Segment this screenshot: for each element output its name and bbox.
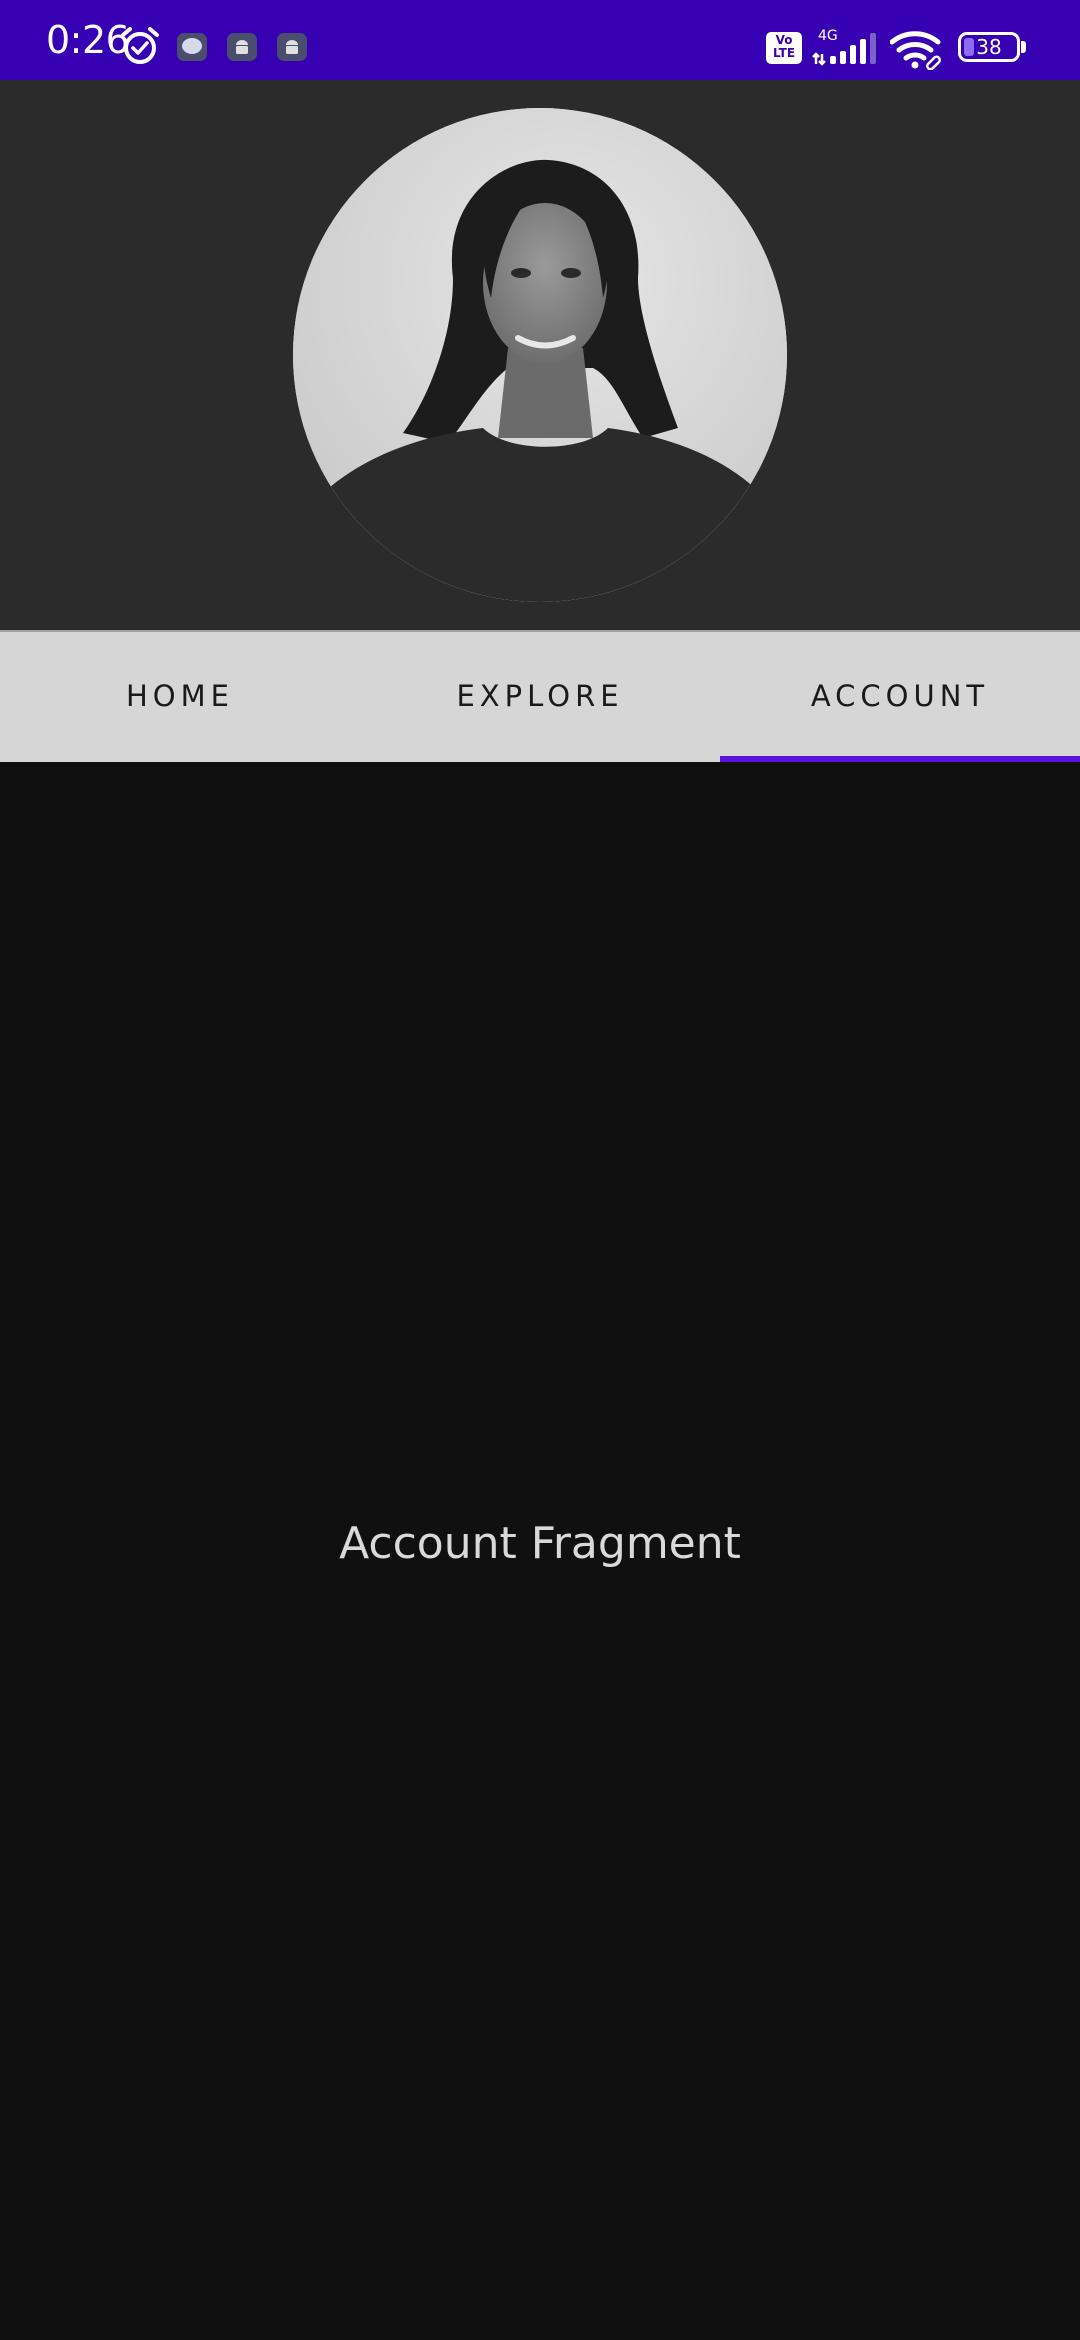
profile-photo-image (293, 108, 787, 602)
tab-home[interactable]: HOME (0, 630, 360, 762)
volte-icon: Vo LTE (766, 32, 802, 64)
android-icon (277, 33, 307, 61)
cell-signal-icon (812, 33, 876, 66)
tab-explore[interactable]: EXPLORE (360, 630, 720, 762)
tab-bar: HOME EXPLORE ACCOUNT (0, 630, 1080, 762)
chat-bubble-icon (177, 33, 207, 61)
tab-account[interactable]: ACCOUNT (720, 630, 1080, 762)
alarm-icon (121, 27, 159, 64)
fragment-title: Account Fragment (339, 1518, 741, 1569)
battery-icon: 38 (958, 32, 1020, 62)
battery-level-text: 38 (976, 35, 1002, 59)
status-bar: 0:26 Vo LTE 4G 38 (0, 0, 1080, 80)
app-screen: 0:26 Vo LTE 4G 38 HOME EXPLORE ACCOUNT A… (0, 0, 1080, 2340)
android-icon (227, 33, 257, 61)
avatar[interactable] (293, 108, 787, 602)
profile-header (0, 80, 1080, 630)
status-time: 0:26 (46, 18, 130, 62)
fragment-container: Account Fragment (0, 762, 1080, 2340)
wifi-icon (890, 31, 941, 70)
battery-cap (1021, 41, 1026, 53)
